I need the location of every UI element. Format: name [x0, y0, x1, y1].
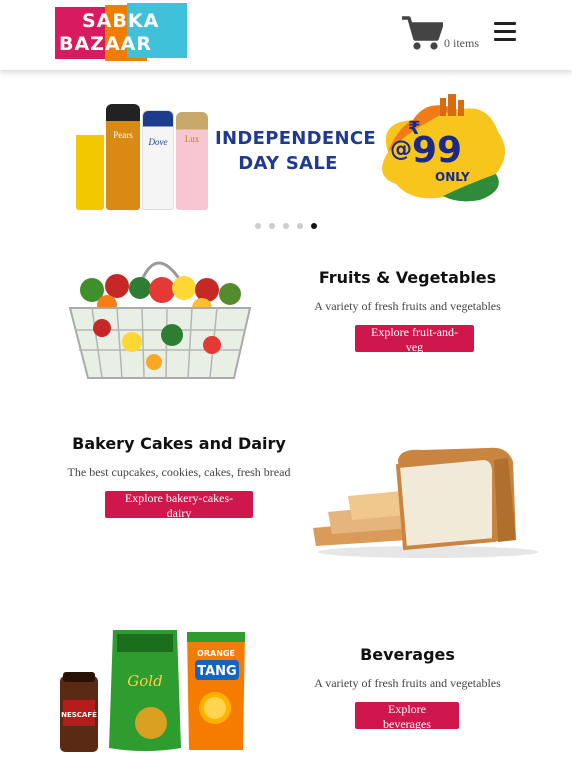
rupee-symbol: ₹ — [408, 118, 421, 139]
lux-bottle-icon: Lux — [176, 112, 208, 210]
banner-title-line1: INDEPENDENCE — [215, 128, 376, 149]
tang-top-label: ORANGE — [197, 649, 235, 658]
banner-title-line2: DAY SALE — [238, 153, 338, 174]
explore-beverages-button[interactable]: Explore beverages — [355, 702, 459, 731]
sabka-bazaar-logo[interactable]: SABKA BAZAAR — [55, 3, 187, 62]
beverages-products-image: NESCAFÉ Gold ORANGE TANG — [60, 630, 245, 752]
category-title-bakery-cakes-dairy: Bakery Cakes and Dairy — [72, 434, 286, 453]
pears-label: Pears — [113, 130, 133, 140]
cart-icon[interactable] — [401, 15, 444, 51]
banner-headline: INDEPENDENCE DAY SALE — [215, 126, 376, 176]
explore-fruit-and-veg-button[interactable]: Explore fruit-and-veg — [355, 325, 474, 354]
carousel-dot[interactable] — [269, 223, 275, 229]
category-description-beverages: A variety of fresh fruits and vegetables — [314, 676, 501, 690]
lifebuoy-bottle-icon — [76, 114, 104, 210]
price-at-symbol: @ — [390, 137, 412, 162]
logo-text-line1: SABKA — [82, 10, 160, 32]
lux-label: Lux — [184, 134, 200, 144]
explore-bakery-cakes-dairy-button[interactable]: Explore bakery-cakes-dairy — [105, 491, 253, 520]
pears-bottle-icon: Pears — [106, 104, 140, 210]
nescafe-label: NESCAFÉ — [61, 710, 97, 719]
category-description-fruits-vegetables: A variety of fresh fruits and vegetables — [314, 299, 501, 313]
cart-item-count[interactable]: 0 items — [444, 36, 479, 51]
top-navbar: SABKA BAZAAR 0 items — [0, 0, 572, 70]
carousel-dot[interactable] — [255, 223, 261, 229]
carousel-dot[interactable] — [283, 223, 289, 229]
carousel-dot[interactable] — [297, 223, 303, 229]
bread-loaf-image — [313, 447, 538, 558]
vegetable-basket-image — [68, 261, 252, 379]
dove-label: Dove — [148, 137, 168, 147]
tang-label: TANG — [197, 664, 236, 679]
logo-text-line2: BAZAAR — [59, 33, 153, 55]
category-title-beverages: Beverages — [360, 645, 455, 664]
dove-bottle-icon: Dove — [142, 110, 174, 210]
sale-price: @99 ₹ — [390, 118, 462, 171]
carousel-dot-active[interactable] — [311, 223, 317, 229]
hamburger-menu-icon[interactable] — [494, 22, 516, 42]
category-description-bakery-cakes-dairy: The best cupcakes, cookies, cakes, fresh… — [67, 465, 291, 479]
category-title-fruits-vegetables: Fruits & Vegetables — [318, 268, 497, 287]
tea-label: Gold — [127, 672, 162, 690]
price-suffix: ONLY — [435, 170, 470, 184]
offer-banner[interactable]: Pears Dove Lux INDEPENDENCE DAY SALE @99… — [70, 90, 510, 210]
carousel-dots — [255, 216, 325, 229]
